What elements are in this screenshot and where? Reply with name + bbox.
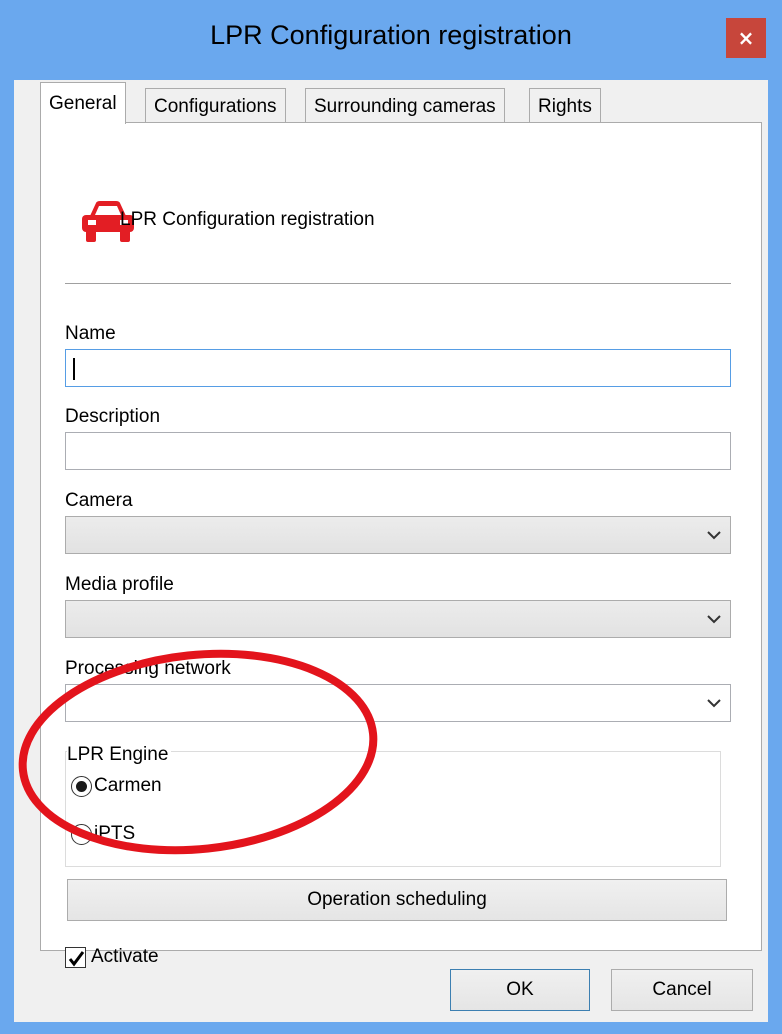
chevron-down-icon (707, 699, 721, 708)
header-title: LPR Configuration registration (120, 209, 375, 230)
camera-label: Camera (65, 490, 133, 511)
dialog-body: General Configurations Surrounding camer… (14, 80, 768, 1022)
media-profile-label: Media profile (65, 574, 174, 595)
tab-general[interactable]: General (40, 82, 126, 124)
description-input[interactable] (65, 432, 731, 470)
radio-button[interactable] (71, 823, 92, 845)
processing-network-select[interactable] (65, 684, 731, 722)
camera-select[interactable] (65, 516, 731, 554)
close-button[interactable]: × (726, 18, 766, 58)
radio-ipts[interactable]: iPTS (71, 823, 135, 845)
window-title: LPR Configuration registration (210, 20, 572, 50)
tab-label: Configurations (154, 95, 277, 117)
chevron-down-icon (707, 615, 721, 624)
tab-label: Surrounding cameras (314, 95, 496, 117)
lpr-engine-group (65, 751, 721, 867)
tab-surrounding-cameras[interactable]: Surrounding cameras (305, 88, 505, 124)
lpr-engine-label: LPR Engine (67, 744, 172, 766)
name-input[interactable] (65, 349, 731, 387)
radio-button[interactable] (71, 775, 92, 797)
divider (65, 283, 731, 284)
tab-configurations[interactable]: Configurations (145, 88, 286, 124)
media-profile-select[interactable] (65, 600, 731, 638)
title-bar[interactable]: LPR Configuration registration × (0, 0, 782, 80)
tab-label: Rights (538, 95, 592, 117)
operation-scheduling-button[interactable]: Operation scheduling (67, 879, 727, 921)
button-label: OK (506, 979, 534, 1000)
processing-network-label: Processing network (65, 658, 231, 679)
radio-label: iPTS (94, 823, 136, 844)
tab-label: General (49, 92, 117, 114)
radio-carmen[interactable]: Carmen (71, 775, 162, 797)
activate-checkbox[interactable] (65, 946, 86, 968)
description-label: Description (65, 406, 161, 427)
close-icon: × (737, 26, 755, 50)
name-label: Name (65, 323, 116, 344)
checkmark-icon (68, 950, 85, 966)
cancel-button[interactable]: Cancel (611, 969, 753, 1011)
activate-label: Activate (91, 946, 159, 967)
general-tab-panel: LPR Configuration registration Name Desc… (40, 122, 762, 968)
dialog-window: LPR Configuration registration × General… (0, 0, 782, 1034)
text-caret (73, 358, 75, 380)
button-label: Operation scheduling (307, 889, 487, 910)
tab-rights[interactable]: Rights (529, 88, 601, 124)
radio-label: Carmen (94, 775, 162, 796)
chevron-down-icon (707, 531, 721, 540)
button-label: Cancel (652, 979, 712, 1000)
ok-button[interactable]: OK (450, 969, 590, 1011)
activate-checkbox-row[interactable]: Activate (65, 946, 159, 968)
